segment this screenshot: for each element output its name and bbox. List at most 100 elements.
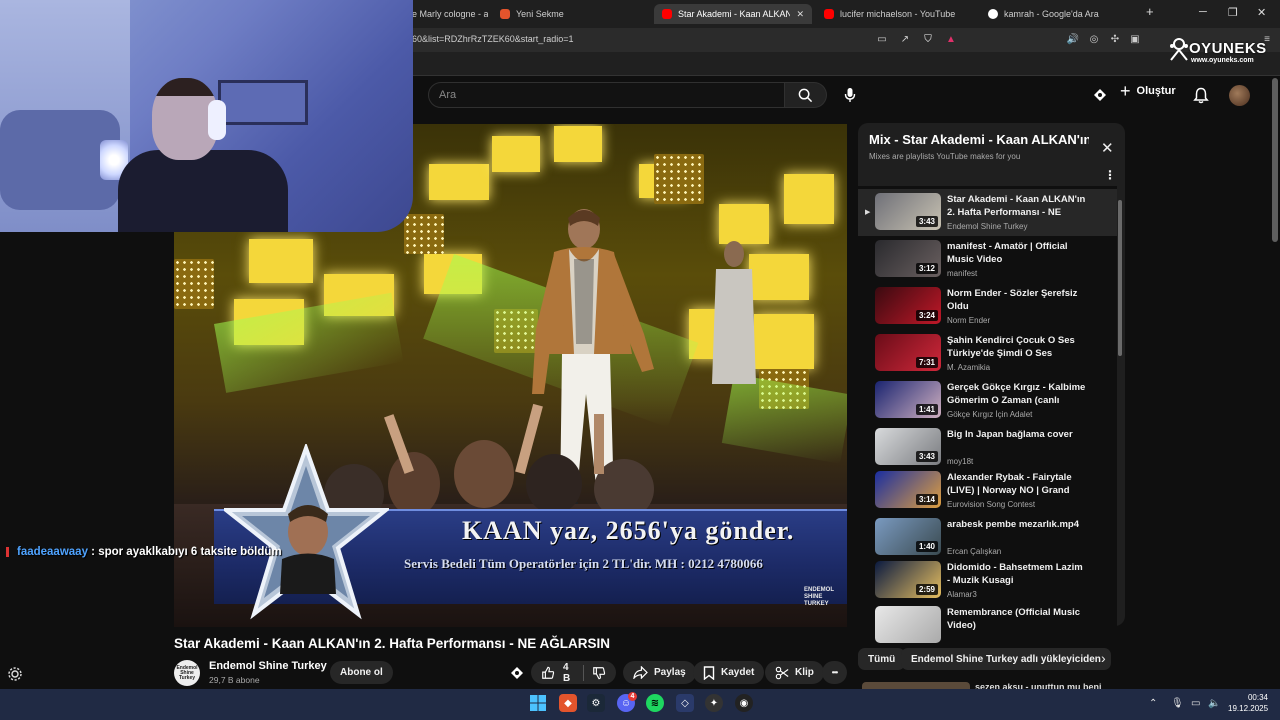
now-playing-icon: ▶ bbox=[865, 209, 871, 216]
subscribe-button[interactable]: Abone ol bbox=[330, 661, 393, 684]
channel-avatar[interactable]: Endemol Shine Turkey bbox=[174, 660, 200, 686]
minimize-icon[interactable]: ─ bbox=[1199, 6, 1207, 18]
streamer-body bbox=[118, 150, 288, 232]
chip-all[interactable]: Tümü bbox=[858, 648, 906, 670]
playlist-item-title[interactable]: arabesk pembe mezarlık.mp4 bbox=[947, 518, 1087, 531]
cast-icon[interactable]: ▭ bbox=[875, 33, 889, 47]
obs-icon[interactable]: ◉ bbox=[735, 694, 753, 712]
user-avatar[interactable] bbox=[1229, 85, 1250, 106]
playlist-item[interactable]: ▶ 3:43 Star Akademi - Kaan ALKAN'ın 2. Haf… bbox=[858, 189, 1117, 236]
new-tab-button[interactable]: + bbox=[1146, 4, 1154, 19]
playlist-item-thumbnail[interactable]: 2:59 bbox=[875, 561, 941, 598]
url-text[interactable]: 60&list=RDZhrRzTZEK60&start_radio=1 bbox=[412, 34, 574, 44]
playlist-menu-icon[interactable]: ⋮ bbox=[1104, 168, 1116, 182]
more-actions-button[interactable]: ••• bbox=[822, 661, 847, 684]
steam-icon[interactable]: ⚙ bbox=[587, 694, 605, 712]
playlist-item-title[interactable]: Big In Japan bağlama cover bbox=[947, 428, 1087, 441]
chat-text: : spor ayaklkabıyı 6 taksite böldüm bbox=[91, 546, 282, 558]
playlist-item-title[interactable]: Gerçek Gökçe Kırgız - Kalbime Gömerim O … bbox=[947, 381, 1087, 407]
premium-sparkle-icon[interactable] bbox=[509, 665, 525, 681]
playlist-item-title[interactable]: Star Akademi - Kaan ALKAN'ın 2. Hafta Pe… bbox=[947, 193, 1087, 219]
premium-sparkle-icon[interactable] bbox=[1092, 87, 1108, 103]
app-icon[interactable]: ◇ bbox=[676, 694, 694, 712]
tab-label: s de Marly cologne - a bbox=[400, 9, 488, 19]
brave-rewards-icon[interactable]: ▲ bbox=[944, 33, 958, 47]
tab-label: lucifer michaelson - YouTube bbox=[840, 9, 956, 19]
share-button[interactable]: Paylaş bbox=[623, 661, 696, 684]
playlist-item-title[interactable]: Remembrance (Official Music Video) bbox=[947, 606, 1087, 632]
clip-button[interactable]: Klip bbox=[765, 661, 824, 684]
playlist-item[interactable]: 3:12 manifest - Amatör | Official Music V… bbox=[858, 236, 1117, 283]
playlist-scrollbar[interactable] bbox=[1118, 200, 1122, 356]
playlist-item-title[interactable]: manifest - Amatör | Official Music Video bbox=[947, 240, 1087, 266]
tab-star-akademi[interactable]: Star Akademi - Kaan ALKAN'ın 2 ✕ bbox=[654, 4, 812, 24]
oyuneks-brand-url: www.oyuneks.com bbox=[1191, 57, 1254, 64]
brave-shield-icon[interactable]: ⛉ bbox=[921, 33, 935, 47]
volume-tray-icon[interactable]: 🔈 bbox=[1208, 698, 1220, 709]
voice-search-button[interactable] bbox=[838, 83, 862, 107]
playlist-item-duration: 1:40 bbox=[915, 541, 938, 552]
brave-browser-icon[interactable]: ◆ bbox=[559, 694, 577, 712]
gear-icon[interactable] bbox=[7, 666, 23, 682]
chip-uploader[interactable]: Endemol Shine Turkey adlı yükleyiciden bbox=[901, 648, 1111, 670]
subscriber-count: 29,7 B abone bbox=[209, 675, 260, 685]
subscribe-label: Abone ol bbox=[340, 667, 383, 678]
playlist-item-thumbnail[interactable] bbox=[875, 606, 941, 643]
share-page-icon[interactable]: ↗ bbox=[898, 33, 912, 47]
playlist-item-title[interactable]: Didomido - Bahsetmem Lazim - Muzik Kusag… bbox=[947, 561, 1087, 587]
save-button[interactable]: Kaydet bbox=[693, 661, 765, 684]
extension-icon[interactable]: ◎ bbox=[1087, 33, 1101, 47]
app-icon[interactable]: ✦ bbox=[705, 694, 723, 712]
playlist-item-duration: 2:59 bbox=[915, 584, 938, 595]
sidebar-icon[interactable]: ▣ bbox=[1128, 33, 1142, 47]
tab-close-icon[interactable]: ✕ bbox=[796, 9, 804, 20]
playlist-item[interactable]: Remembrance (Official Music Video) bbox=[858, 602, 1117, 649]
thumbs-down-icon[interactable] bbox=[592, 666, 606, 680]
playlist-item-thumbnail[interactable]: 1:41 bbox=[875, 381, 941, 418]
chat-message: faadeaawaay : spor ayaklkabıyı 6 taksite… bbox=[6, 546, 282, 558]
playlist-item-thumbnail[interactable]: 3:12 bbox=[875, 240, 941, 277]
system-clock[interactable]: 00:34 19.12.2025 bbox=[1228, 692, 1268, 714]
playlist-item[interactable]: 1:40 arabesk pembe mezarlık.mp4 Ercan Çalı… bbox=[858, 514, 1117, 561]
puzzle-icon[interactable]: ✣ bbox=[1108, 33, 1122, 47]
chevron-right-icon[interactable]: › bbox=[1101, 650, 1106, 666]
google-icon bbox=[988, 9, 998, 19]
playlist-item-channel: Endemol Shine Turkey bbox=[947, 222, 1028, 231]
clip-label: Klip bbox=[795, 667, 814, 678]
close-playlist-icon[interactable]: ✕ bbox=[1101, 139, 1114, 157]
tab-new-tab[interactable]: Yeni Sekme bbox=[492, 4, 650, 24]
playlist-item-thumbnail[interactable]: 3:43 bbox=[875, 193, 941, 230]
notifications-bell-icon[interactable] bbox=[1193, 87, 1209, 104]
tray-chevron-up-icon[interactable]: ⌃ bbox=[1149, 698, 1157, 709]
tab-lucifer[interactable]: lucifer michaelson - YouTube bbox=[816, 4, 976, 24]
tab-google-search[interactable]: kamrah - Google'da Ara bbox=[980, 4, 1140, 24]
playlist-item[interactable]: 3:43 Big In Japan bağlama cover moy18t bbox=[858, 424, 1117, 471]
playlist-item-title[interactable]: Alexander Rybak - Fairytale (LIVE) | Nor… bbox=[947, 471, 1087, 497]
playlist-item-title[interactable]: Şahin Kendirci Çocuk O Ses Türkiye'de Şi… bbox=[947, 334, 1087, 360]
search-button[interactable] bbox=[785, 82, 827, 108]
windows-start-icon[interactable] bbox=[529, 694, 547, 712]
search-input[interactable]: Ara bbox=[428, 82, 785, 108]
playlist-item-thumbnail[interactable]: 3:43 bbox=[875, 428, 941, 465]
channel-name[interactable]: Endemol Shine Turkey bbox=[209, 660, 327, 672]
playlist-item-thumbnail[interactable]: 3:14 bbox=[875, 471, 941, 508]
spotify-icon[interactable]: ≋ bbox=[646, 694, 664, 712]
playlist-item-thumbnail[interactable]: 3:24 bbox=[875, 287, 941, 324]
playlist-item[interactable]: 3:24 Norm Ender - Sözler Şerefsiz Oldu Nor… bbox=[858, 283, 1117, 330]
playlist-item-thumbnail[interactable]: 1:40 bbox=[875, 518, 941, 555]
playlist-item[interactable]: 7:31 Şahin Kendirci Çocuk O Ses Türkiye'd… bbox=[858, 330, 1117, 377]
create-button[interactable]: + Oluştur bbox=[1120, 82, 1176, 100]
audio-playing-icon[interactable]: 🔊 bbox=[1066, 33, 1080, 47]
playlist-item-title[interactable]: Norm Ender - Sözler Şerefsiz Oldu bbox=[947, 287, 1087, 313]
page-scrollbar[interactable] bbox=[1272, 78, 1278, 242]
maximize-icon[interactable]: ❐ bbox=[1228, 6, 1238, 19]
playlist-item[interactable]: 2:59 Didomido - Bahsetmem Lazim - Muzik K… bbox=[858, 557, 1117, 604]
playlist-item[interactable]: 3:14 Alexander Rybak - Fairytale (LIVE) |… bbox=[858, 467, 1117, 514]
playlist-item-thumbnail[interactable]: 7:31 bbox=[875, 334, 941, 371]
playlist-item[interactable]: 1:41 Gerçek Gökçe Kırgız - Kalbime Gömeri… bbox=[858, 377, 1117, 424]
close-window-icon[interactable]: ✕ bbox=[1257, 6, 1266, 19]
display-tray-icon[interactable]: ▭ bbox=[1191, 698, 1200, 709]
playlist-item-duration: 1:41 bbox=[915, 404, 938, 415]
microphone-tray-icon[interactable]: 🎙 bbox=[1171, 698, 1184, 709]
thumbs-up-icon[interactable] bbox=[541, 666, 555, 680]
